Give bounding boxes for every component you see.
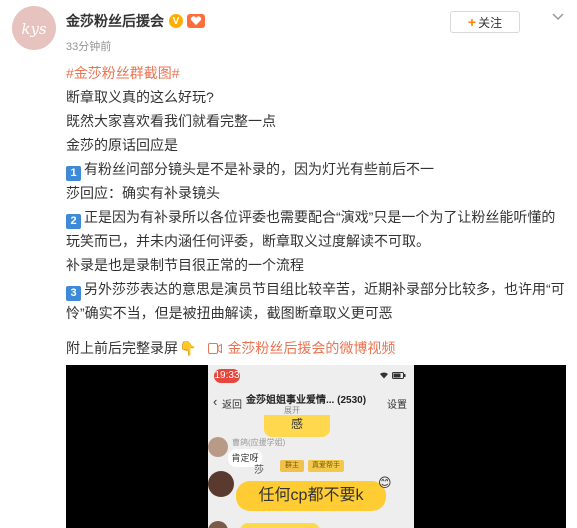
kys-logo-icon: kys xyxy=(12,6,56,50)
number-badge-icon: 3 xyxy=(66,286,81,301)
point-1: 1 有粉丝问部分镜头是不是补录的，因为灯光有些前后不一 xyxy=(66,157,566,181)
back-label[interactable]: 返回 xyxy=(222,396,242,411)
owner-tag: 群主 xyxy=(280,460,304,472)
settings-label[interactable]: 设置 xyxy=(387,396,407,411)
author-row: 金莎粉丝后援会 V xyxy=(66,11,205,31)
svg-text:kys: kys xyxy=(21,20,47,38)
point-2-text: 正是因为有补录所以各位评委也需要配合“演戏”只是一个为了让粉丝能听懂的玩笑而已，… xyxy=(66,209,556,249)
number-badge-icon: 1 xyxy=(66,166,81,181)
verified-icon: V xyxy=(169,14,183,28)
more-icon[interactable] xyxy=(548,9,568,25)
chat-avatar xyxy=(208,437,228,457)
fan-badge-icon xyxy=(187,14,205,28)
video-icon xyxy=(208,342,223,354)
previous-message: 感 xyxy=(264,415,330,437)
reply-line: 莎回应：确实有补录镜头 xyxy=(66,185,220,201)
partial-name: 莎 xyxy=(254,465,264,476)
author-name[interactable]: 金莎粉丝后援会 xyxy=(66,11,164,31)
chat-header: ‹ 返回 金莎姐姐事业爱情... (2530) 展开 设置 xyxy=(208,387,414,417)
point-2: 2 正是因为有补录所以各位评委也需要配合“演戏”只是一个为了让粉丝能听懂的玩笑而已… xyxy=(66,205,566,253)
chat-avatar xyxy=(208,521,228,528)
battery-icon xyxy=(392,371,406,379)
point-1-text: 有粉丝问部分镜头是不是补录的，因为灯光有些前后不一 xyxy=(84,161,434,177)
follow-button[interactable]: + 关注 xyxy=(450,11,520,33)
chat-avatar xyxy=(208,471,234,497)
point-3-text: 另外莎莎表达的意思是演员节目组比较辛苦，近期补录部分比较多，也许用“可怜”确实不… xyxy=(66,281,565,321)
video-player[interactable]: 19:33 ‹ 返回 金莎姐姐事业爱情... (2530) 展开 设置 感 曹鸽… xyxy=(66,365,566,528)
back-icon[interactable]: ‹ xyxy=(213,394,217,409)
number-badge-icon: 2 xyxy=(66,214,81,229)
smile-emoji-icon: 😊 xyxy=(378,475,392,490)
attachment-label: 附上前后完整录屏 xyxy=(66,340,178,356)
post-line-2: 既然大家喜欢看我们就看完整一点 xyxy=(66,113,276,129)
post-line-1: 断章取义真的这么好玩? xyxy=(66,89,214,105)
point-3: 3 另外莎莎表达的意思是演员节目组比较辛苦，近期补录部分比较多，也许用“可怜”确实… xyxy=(66,277,566,325)
post-time[interactable]: 33分钟前 xyxy=(66,38,111,54)
video-link-text: 金莎粉丝后援会的微博视频 xyxy=(227,340,396,356)
group-title: 金莎姐姐事业爱情... (2530) xyxy=(246,395,367,406)
hashtag-link[interactable]: #金莎粉丝群截图# xyxy=(66,61,566,85)
attachment-row: 附上前后完整录屏 👇 金莎粉丝后援会的微博视频 xyxy=(66,337,395,359)
wifi-icon xyxy=(380,372,388,379)
next-message xyxy=(240,523,320,528)
helper-tag: 真爱帮手 xyxy=(308,460,344,472)
plus-icon: + xyxy=(467,14,477,30)
normal-line: 补录是也是录制节目很正常的一个流程 xyxy=(66,257,304,273)
sender-name: 曹鸽(应援学姐) xyxy=(232,438,286,447)
phone-screen: 19:33 ‹ 返回 金莎姐姐事业爱情... (2530) 展开 设置 感 曹鸽… xyxy=(208,365,414,528)
status-time: 19:33 xyxy=(214,369,240,383)
status-bar: 19:33 xyxy=(208,365,414,387)
status-icons xyxy=(379,371,406,379)
post-body: #金莎粉丝群截图# 断章取义真的这么好玩? 既然大家喜欢看我们就看完整一点 金莎… xyxy=(66,61,566,325)
author-avatar[interactable]: kys xyxy=(12,6,56,50)
video-link[interactable]: 金莎粉丝后援会的微博视频 xyxy=(208,337,395,359)
main-message: 任何cp都不要k xyxy=(236,481,386,511)
post-line-3: 金莎的原话回应是 xyxy=(66,137,178,153)
hand-down-icon: 👇 xyxy=(179,340,197,356)
follow-label: 关注 xyxy=(478,15,503,30)
